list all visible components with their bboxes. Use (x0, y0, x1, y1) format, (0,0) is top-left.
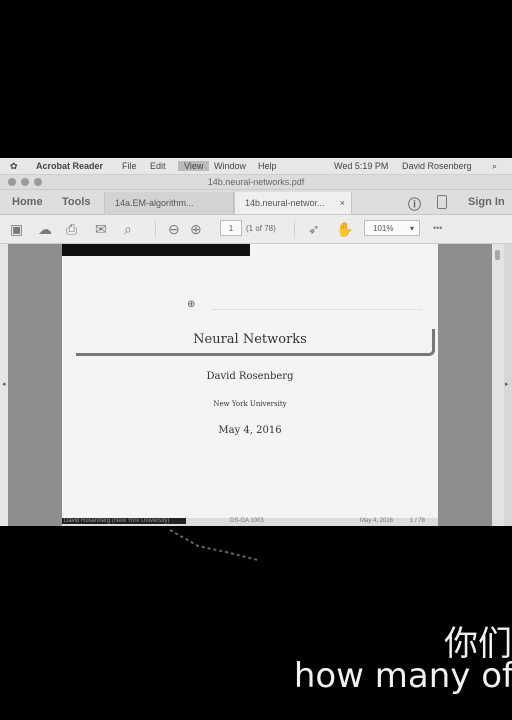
print-icon[interactable]: ⎙ (66, 220, 77, 238)
motion-blur-cursor-icon (169, 529, 259, 561)
previous-page-icon[interactable]: ⊖ (168, 220, 180, 238)
page-count: (1 of 78) (246, 224, 276, 233)
zoom-value: 101% (373, 224, 394, 233)
spotlight-icon[interactable]: ⌕ (492, 161, 497, 172)
tools-tab[interactable]: Tools (62, 196, 91, 208)
slide-title: Neural Networks (193, 332, 307, 347)
slide-date: May 4, 2016 (218, 425, 282, 436)
document-tab-label: 14b.neural-networ... (245, 198, 325, 208)
footer-page: 1 / 78 (410, 518, 426, 524)
mobile-icon[interactable] (437, 195, 447, 209)
toolbar: ▣ ☁ ⎙ ✉ ⌕ ⊖ ⊕ 1 (1 of 78) ➶ ✋ 101% ▾ ••• (0, 215, 512, 244)
footer-author: David Rosenberg (New York University) (62, 518, 186, 524)
help-icon[interactable]: ⓘ (408, 194, 421, 213)
tab-close-icon[interactable]: × (340, 192, 345, 214)
hand-tool-icon[interactable]: ✋ (336, 220, 353, 238)
menu-window[interactable]: Window (214, 161, 246, 171)
toolbar-divider (294, 221, 295, 237)
document-tab-label: 14a.EM-algorithm... (115, 198, 194, 208)
footer-course: DS-GA 1003 (230, 518, 264, 524)
zoom-select[interactable]: 101% ▾ (364, 220, 420, 236)
document-tab-neural[interactable]: 14b.neural-networ... × (234, 192, 352, 214)
window-title: 14b.neural-networks.pdf (207, 177, 305, 187)
slide-author: David Rosenberg (206, 371, 294, 382)
subtitle-english: how many of (293, 656, 512, 696)
vertical-scrollbar[interactable] (492, 244, 504, 526)
slide-footer: David Rosenberg (New York University) DS… (62, 518, 438, 526)
apple-menu-icon[interactable]: ✿ (10, 161, 18, 172)
video-subtitles: 你们 how many of (0, 612, 512, 702)
left-panel-toggle-icon[interactable]: ◂ (2, 380, 6, 388)
more-tools-icon[interactable]: ••• (433, 223, 442, 233)
search-icon[interactable]: ⌕ (124, 220, 132, 238)
scrollbar-thumb[interactable] (495, 250, 500, 260)
sign-in-link[interactable]: Sign In (468, 196, 505, 208)
save-icon[interactable]: ▣ (10, 220, 23, 238)
pdf-page[interactable] (62, 244, 438, 526)
chevron-down-icon: ▾ (409, 224, 414, 233)
home-tab[interactable]: Home (12, 196, 43, 208)
slide-affiliation: New York University (213, 400, 287, 408)
email-icon[interactable]: ✉ (95, 220, 107, 238)
menu-file[interactable]: File (122, 161, 137, 171)
menu-help[interactable]: Help (258, 161, 277, 171)
window-titlebar: 14b.neural-networks.pdf (0, 175, 512, 190)
upload-cloud-icon[interactable]: ☁ (38, 220, 52, 238)
app-menu[interactable]: Acrobat Reader (36, 161, 103, 171)
menubar-user[interactable]: David Rosenberg (402, 161, 472, 171)
slide-header-rule (212, 309, 422, 310)
menu-view[interactable]: View (178, 161, 210, 171)
logo-icon: ⊕ (187, 299, 196, 310)
document-tab-em[interactable]: 14a.EM-algorithm... (104, 192, 234, 214)
page-number-input[interactable]: 1 (220, 220, 242, 236)
select-cursor-icon[interactable]: ➶ (308, 220, 320, 238)
footer-date: May 4, 2016 (360, 518, 394, 524)
slide-header-bar (62, 244, 250, 256)
menu-edit[interactable]: Edit (150, 161, 166, 171)
toolbar-divider (155, 221, 156, 237)
top-navigation: Home Tools 14a.EM-algorithm... 14b.neura… (0, 190, 512, 215)
right-panel-toggle-icon[interactable]: ▸ (505, 380, 509, 388)
menubar-clock[interactable]: Wed 5:19 PM (334, 161, 388, 171)
mac-menubar: ✿ Acrobat Reader File Edit View Window H… (0, 158, 512, 175)
next-page-icon[interactable]: ⊕ (190, 220, 202, 238)
